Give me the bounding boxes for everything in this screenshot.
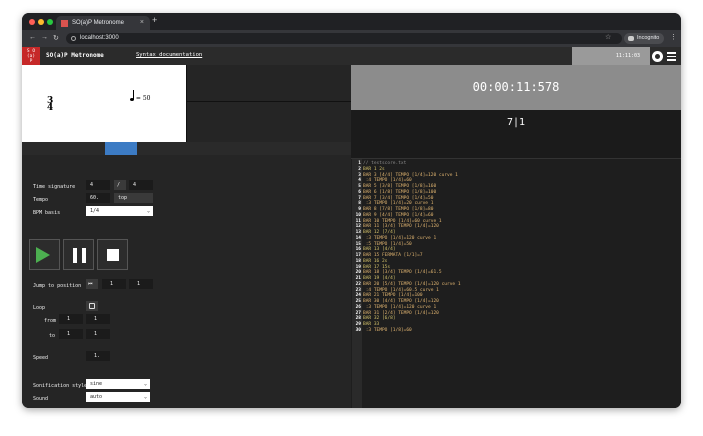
loop-from-bar-input[interactable]: 1 bbox=[59, 314, 83, 324]
browser-menu-icon[interactable]: ⋮ bbox=[670, 33, 677, 41]
reload-icon[interactable]: ↻ bbox=[53, 34, 59, 42]
position-marker[interactable] bbox=[105, 142, 137, 155]
bar-beat-display: 7|1 bbox=[351, 110, 681, 158]
bpm-basis-select[interactable]: 1/4 ⌄ bbox=[86, 206, 153, 216]
loop-from-beat-input[interactable]: 1 bbox=[86, 314, 110, 324]
tempo-input[interactable]: 60. bbox=[86, 193, 110, 203]
url-text: localhost:3000 bbox=[80, 35, 119, 41]
loop-checkbox[interactable] bbox=[86, 301, 98, 311]
hamburger-menu-icon[interactable] bbox=[667, 52, 676, 61]
close-window-button[interactable] bbox=[29, 19, 35, 25]
divider bbox=[186, 101, 351, 102]
syntax-documentation-link[interactable]: Syntax documentation bbox=[136, 52, 202, 58]
tempo-unit-button[interactable]: top bbox=[114, 193, 153, 203]
to-label: to bbox=[49, 333, 56, 339]
header-time: 11:11:03 bbox=[572, 47, 650, 65]
maximize-window-button[interactable] bbox=[47, 19, 53, 25]
jump-to-position-label: Jump to position bbox=[33, 283, 82, 289]
chevron-down-icon: ⌄ bbox=[146, 208, 150, 214]
display-panel: 00:00:11:578 7|1 1// testscore.txt 2 BAR 1… bbox=[351, 65, 681, 408]
back-icon[interactable]: ← bbox=[29, 34, 36, 41]
ts-numerator-input[interactable]: 4 bbox=[86, 180, 110, 190]
close-tab-icon[interactable]: × bbox=[140, 16, 144, 30]
score-preview: 3 4 = 50 bbox=[22, 65, 186, 142]
incognito-label: Incognito bbox=[637, 35, 660, 41]
loop-to-beat-input[interactable]: 1 bbox=[86, 329, 110, 339]
incognito-icon bbox=[628, 36, 634, 41]
app-header: S O (a) P SO(a)P Metronome Syntax docume… bbox=[22, 47, 681, 65]
incognito-badge[interactable]: Incognito bbox=[624, 33, 664, 44]
sound-select[interactable]: auto ⌄ bbox=[86, 392, 150, 402]
skip-back-icon: ⏮ bbox=[88, 281, 93, 287]
browser-window: SO(a)P Metronome × + ← → ↻ localhost:300… bbox=[22, 13, 681, 408]
control-panel: 3 4 = 50 Time signature 4 / 4 Tempo 60. … bbox=[22, 65, 351, 408]
time-signature-label: Time signature bbox=[33, 184, 76, 190]
sound-label: Sound bbox=[33, 396, 49, 402]
from-label: from bbox=[44, 318, 57, 324]
loop-to-bar-input[interactable]: 1 bbox=[59, 329, 83, 339]
position-bar[interactable] bbox=[22, 142, 351, 155]
url-input[interactable]: localhost:3000 bbox=[66, 33, 622, 44]
favicon-icon bbox=[61, 20, 68, 27]
tab-title: SO(a)P Metronome bbox=[72, 20, 124, 26]
jump-to-start-button[interactable]: ⏮ bbox=[86, 279, 98, 289]
tab-bar: SO(a)P Metronome × + bbox=[22, 13, 681, 30]
new-tab-button[interactable]: + bbox=[152, 15, 157, 25]
play-button[interactable] bbox=[29, 239, 60, 270]
ts-separator: / bbox=[114, 180, 126, 190]
logo-line-3: P bbox=[29, 59, 33, 64]
divider bbox=[186, 65, 187, 142]
forward-icon[interactable]: → bbox=[41, 34, 48, 41]
tempo-marking-text: = 50 bbox=[135, 95, 151, 102]
app-title: SO(a)P Metronome bbox=[46, 52, 104, 59]
app-logo[interactable]: S O (a) P bbox=[22, 47, 40, 65]
sonification-style-label: Sonification style bbox=[33, 383, 88, 389]
transport-controls bbox=[29, 239, 129, 271]
chevron-down-icon: ⌄ bbox=[143, 381, 147, 387]
site-info-icon[interactable] bbox=[71, 36, 76, 41]
line-number: 30 bbox=[355, 327, 361, 333]
quarter-note-icon bbox=[130, 90, 134, 101]
stop-icon bbox=[107, 249, 119, 261]
speed-input[interactable]: 1. bbox=[86, 351, 110, 361]
bpm-basis-value: 1/4 bbox=[90, 208, 100, 214]
code-text: :3 TEMPO [1/8]=60 bbox=[363, 327, 412, 333]
sonification-style-select[interactable]: sine ⌄ bbox=[86, 379, 150, 389]
jump-bar-input[interactable]: 1 bbox=[102, 279, 126, 289]
speed-label: Speed bbox=[33, 355, 49, 361]
tempo-marking: = 50 bbox=[130, 90, 151, 102]
stop-button[interactable] bbox=[97, 239, 128, 270]
ts-bottom: 4 bbox=[47, 103, 54, 113]
ts-denominator-input[interactable]: 4 bbox=[129, 180, 153, 190]
sound-value: auto bbox=[90, 394, 103, 400]
chevron-down-icon: ⌄ bbox=[143, 394, 147, 400]
bpm-basis-label: BPM basis bbox=[33, 210, 61, 216]
sonification-style-value: sine bbox=[90, 381, 103, 387]
jump-beat-input[interactable]: 1 bbox=[129, 279, 153, 289]
time-signature-glyph: 3 4 bbox=[47, 97, 54, 113]
github-icon[interactable] bbox=[652, 51, 663, 62]
bookmark-star-icon[interactable]: ☆ bbox=[605, 33, 611, 41]
elapsed-time-display: 00:00:11:578 bbox=[351, 65, 681, 110]
pause-button[interactable] bbox=[63, 239, 94, 270]
score-editor[interactable]: 1// testscore.txt 2 BAR 1 2s 3 BAR 3 [4/4] T… bbox=[351, 158, 681, 408]
loop-label: Loop bbox=[33, 305, 46, 311]
browser-tab[interactable]: SO(a)P Metronome × bbox=[56, 16, 150, 30]
address-bar-row: ← → ↻ localhost:3000 ☆ Incognito ⋮ bbox=[22, 30, 681, 47]
tempo-label: Tempo bbox=[33, 197, 49, 203]
play-icon bbox=[36, 247, 50, 263]
minimize-window-button[interactable] bbox=[38, 19, 44, 25]
